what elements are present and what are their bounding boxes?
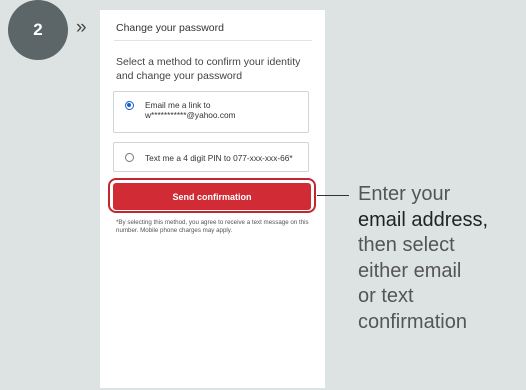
step-number-badge: 2 [8,0,68,60]
title-divider [114,40,312,41]
step-number: 2 [33,20,43,39]
callout-line-4: either email [358,259,462,282]
email-option-address: w***********@yahoo.com [145,110,236,120]
chevron-double-right-icon: » [76,17,87,38]
callout-line-1: Enter your [358,183,451,205]
text-radio-button[interactable] [125,153,134,162]
text-option[interactable]: Text me a 4 digit PIN to 077-xxx-xxx-66* [113,142,309,172]
disclaimer-text: *By selecting this method, you agree to … [116,219,309,235]
email-radio-button[interactable] [125,101,134,110]
email-option[interactable]: Email me a link to w***********@yahoo.co… [113,91,309,133]
callout-pointer-line [317,195,349,196]
callout-line-2: email address, [358,208,489,231]
callout-line-3: then select [358,234,455,256]
callout-line-6: confirmation [358,310,467,333]
card-title: Change your password [116,22,224,34]
callout-text: Enter your email address, then select ei… [358,182,526,335]
email-option-label-line1: Email me a link to [145,100,211,110]
button-highlight-outline [108,178,316,213]
email-option-label: Email me a link to w***********@yahoo.co… [145,100,236,120]
text-option-label: Text me a 4 digit PIN to 077-xxx-xxx-66* [145,153,293,163]
instructions-text: Select a method to confirm your identity… [116,56,301,82]
callout-line-5: or text [358,285,414,307]
